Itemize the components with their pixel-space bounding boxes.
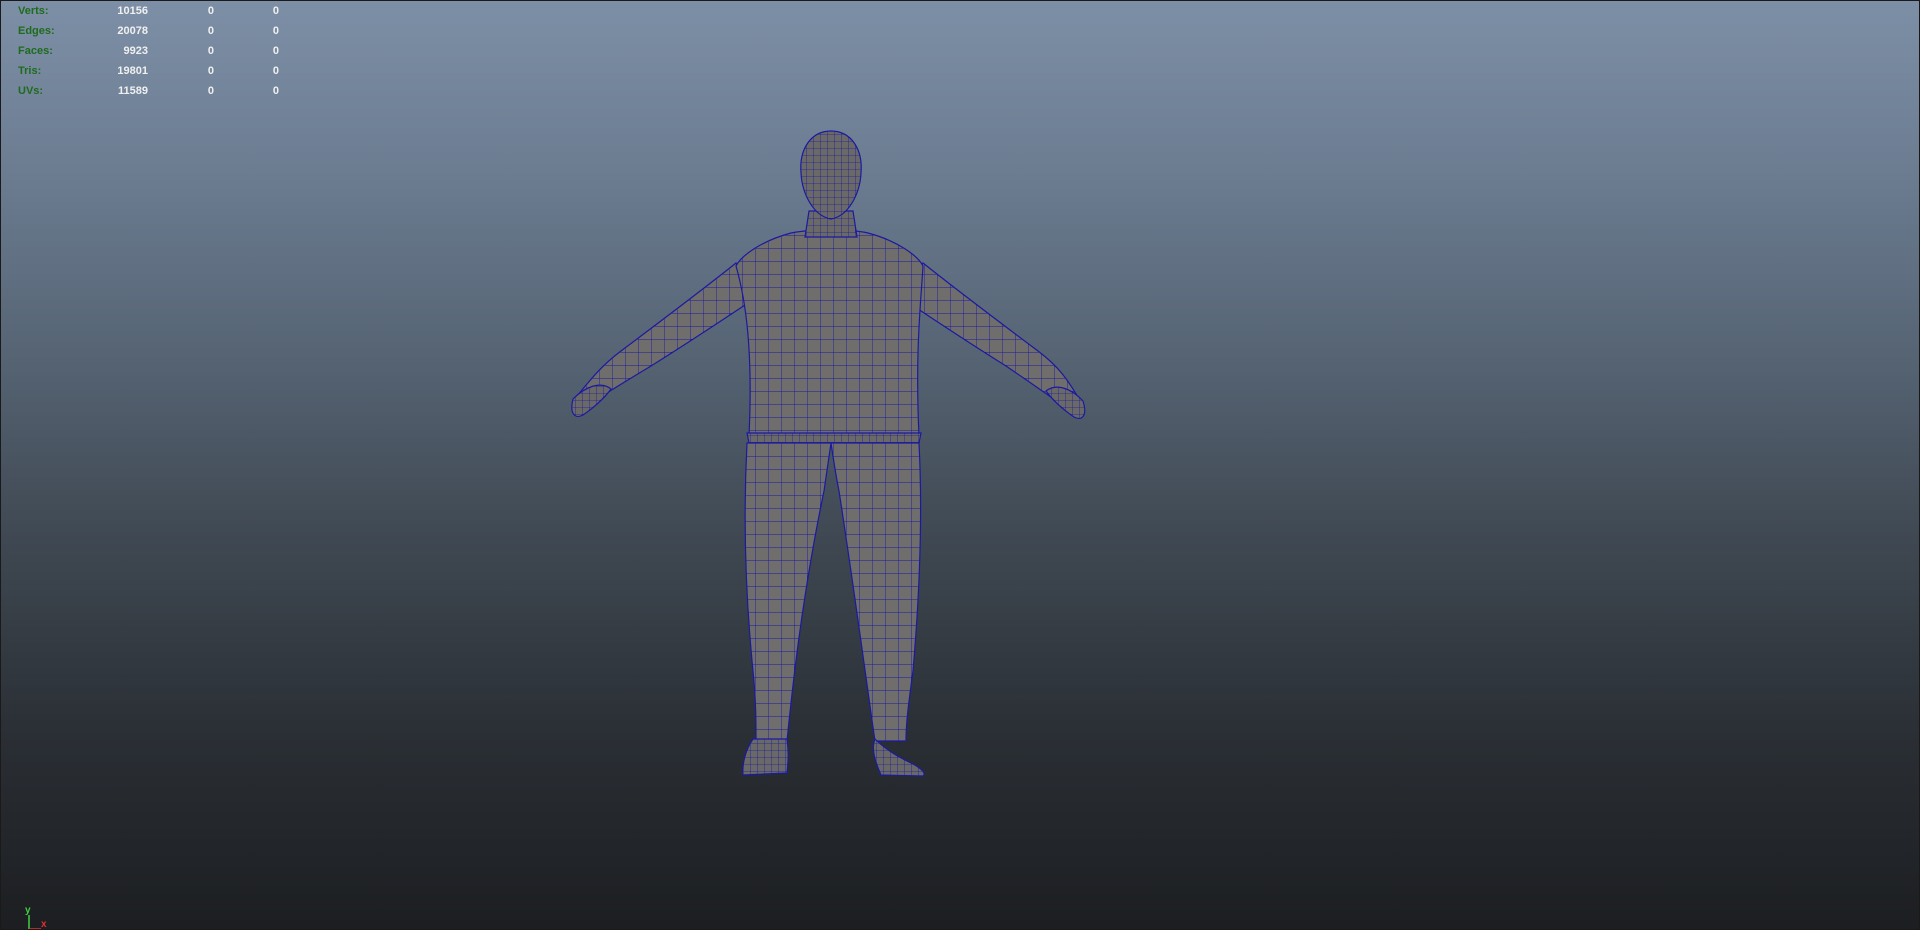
3d-viewport[interactable]: Verts: 10156 0 0 Edges: 20078 0 0 Faces:… [0, 0, 1920, 930]
axis-gizmo-icon: y x [19, 901, 59, 930]
axis-y-label: y [25, 905, 31, 916]
axis-x-label: x [41, 919, 47, 930]
human-mesh-model[interactable] [1, 1, 1920, 930]
